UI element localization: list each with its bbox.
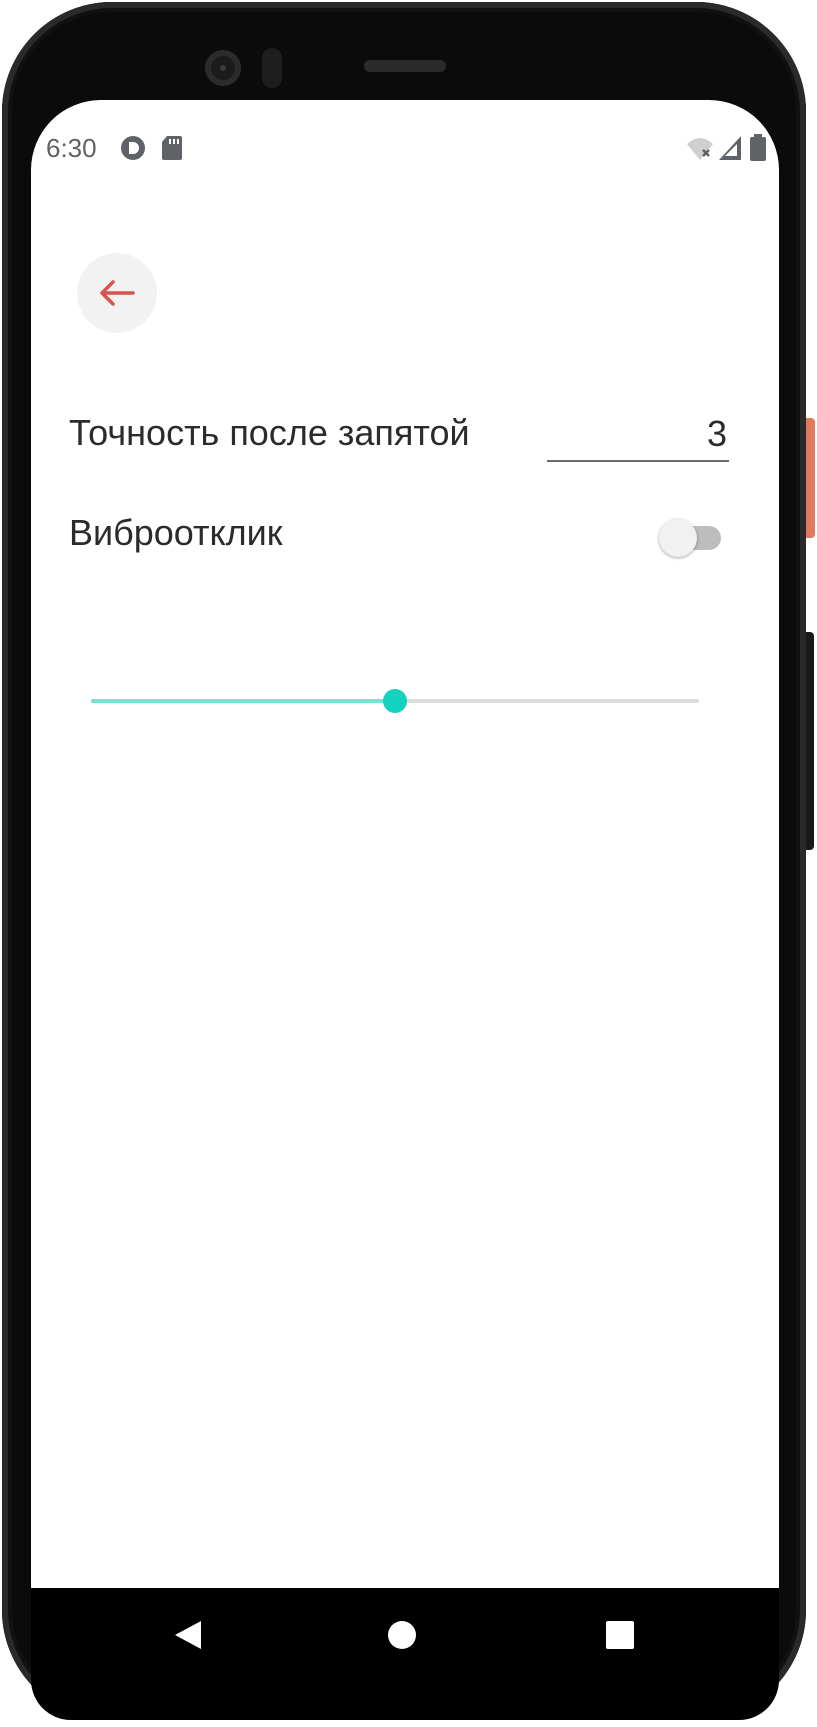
back-button[interactable]: [77, 253, 157, 333]
front-camera: [205, 50, 241, 86]
precision-input[interactable]: [547, 408, 729, 462]
recents-square-icon[interactable]: [605, 1618, 635, 1652]
data-saver-icon: [121, 136, 145, 160]
phone-frame: 6:30 Точность после запятой 3 Виброоткли…: [0, 0, 817, 1727]
vibration-toggle[interactable]: [659, 517, 725, 557]
status-bar: 6:30: [31, 100, 779, 180]
slider[interactable]: [91, 684, 699, 718]
earpiece-speaker: [364, 60, 446, 72]
toggle-thumb[interactable]: [659, 519, 697, 557]
home-circle-icon[interactable]: [386, 1618, 418, 1652]
precision-label: Точность после запятой: [69, 412, 470, 453]
power-button: [806, 418, 815, 538]
wifi-off-icon: [687, 138, 713, 160]
vibration-label: Виброотклик: [69, 512, 283, 553]
slider-thumb[interactable]: [383, 689, 407, 713]
slider-fill: [91, 699, 395, 703]
battery-icon: [750, 134, 766, 161]
status-time: 6:30: [46, 133, 97, 163]
phone-chin: [31, 1680, 779, 1720]
cell-signal-icon: [719, 136, 741, 160]
arrow-left-icon: [100, 280, 135, 306]
screen: 6:30 Точность после запятой 3 Виброоткли…: [31, 100, 779, 1680]
proximity-sensor: [262, 48, 282, 88]
navigation-bar: [31, 1588, 779, 1680]
sd-card-icon: [162, 136, 182, 160]
back-triangle-icon[interactable]: [171, 1618, 205, 1652]
volume-button: [806, 632, 814, 850]
